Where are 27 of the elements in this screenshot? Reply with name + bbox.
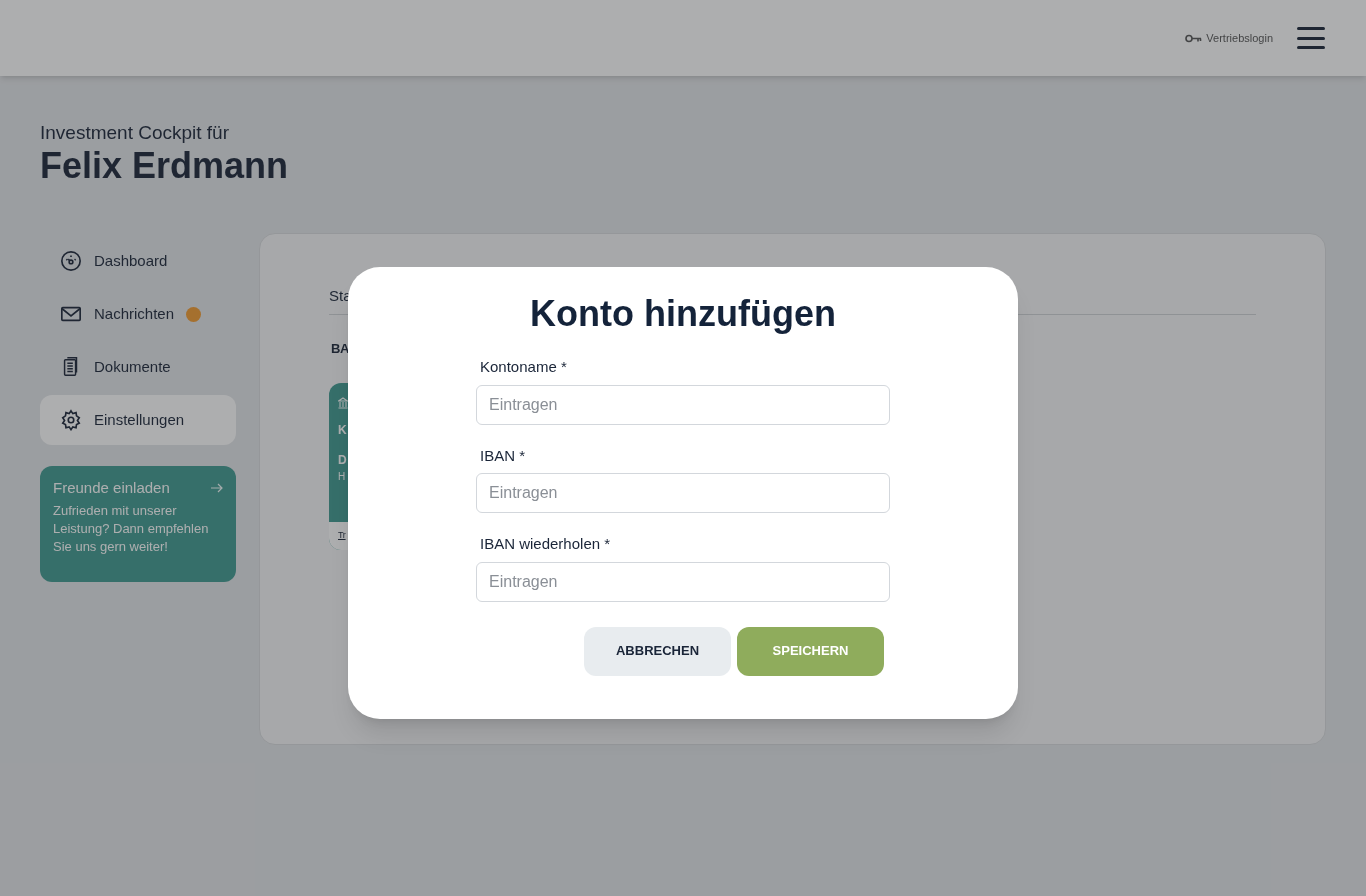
field-label: IBAN wiederholen * [480, 534, 612, 554]
card-value: H [338, 469, 346, 484]
key-icon [1185, 33, 1203, 43]
input-field[interactable]: Eintragen [476, 384, 890, 425]
cancel-button[interactable]: ABBRECHEN [584, 626, 731, 676]
input-field[interactable]: Eintragen [476, 561, 890, 602]
invite-title: Freunde einladen [53, 478, 170, 498]
settings-icon [60, 409, 82, 431]
card-link[interactable]: Tr [338, 528, 346, 543]
field-label: Kontoname * [480, 357, 568, 377]
page-subtitle: Investment Cockpit für [40, 122, 231, 144]
card-label: D [338, 451, 347, 469]
dialog-title: Konto hinzufügen [530, 293, 836, 335]
section-heading: BA [331, 340, 349, 358]
field-label: IBAN * [480, 445, 526, 466]
arrow-right-icon [211, 483, 223, 494]
input-field[interactable]: Eintragen [476, 473, 890, 513]
menu-icon[interactable] [1297, 27, 1325, 49]
sidebar-item[interactable]: Einstellungen [40, 395, 236, 445]
sidebar-item[interactable]: Nachrichten [40, 289, 236, 339]
invite-text: Zufrieden mit unserer Leistung? Dann empfehlen Sie uns gern weiter! [53, 501, 210, 556]
gauge-icon [60, 250, 82, 272]
client-name: Felix Erdmann [40, 144, 290, 188]
card-title: K [338, 421, 347, 439]
sidebar-item[interactable]: Dashboard [40, 236, 236, 286]
sidebar-item[interactable]: Dokumente [40, 342, 236, 392]
sales-login-link[interactable]: Vertriebslogin [1185, 29, 1273, 47]
